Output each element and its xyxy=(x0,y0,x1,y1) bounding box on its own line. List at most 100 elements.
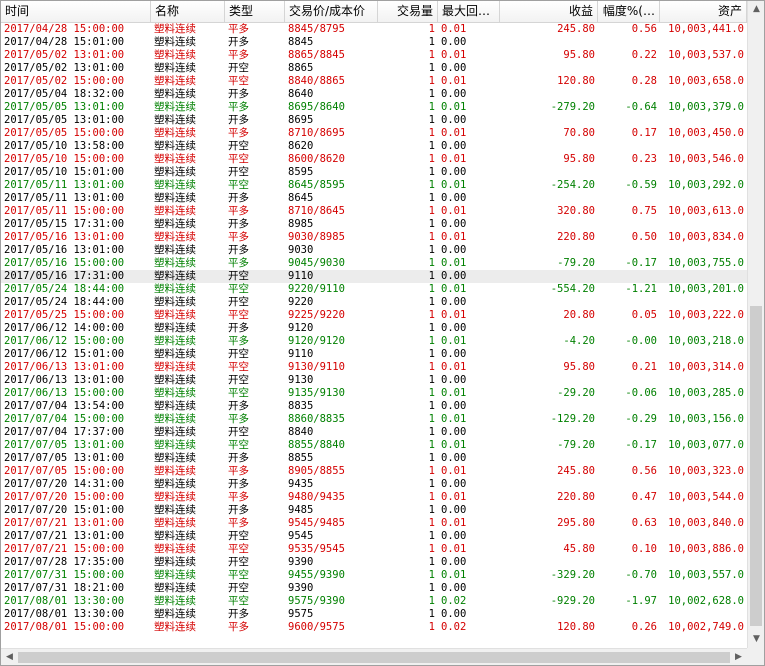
table-row[interactable]: 2017/05/05 13:01:00 塑料连续 开多 8695 1 0.00 xyxy=(1,114,747,127)
cell-max-drawdown: 0.00 xyxy=(441,192,467,204)
table-row[interactable]: 2017/05/15 17:31:00 塑料连续 开多 8985 1 0.00 xyxy=(1,218,747,231)
table-row[interactable]: 2017/07/20 14:31:00 塑料连续 开多 9435 1 0.00 xyxy=(1,478,747,491)
table-row[interactable]: 2017/05/10 15:00:00 塑料连续 平空 8600/8620 1 0.01 9… xyxy=(1,153,747,166)
column-header-type[interactable]: 类型 xyxy=(225,1,285,22)
table-row[interactable]: 2017/07/05 15:00:00 塑料连续 平多 8905/8855 1 0.01 2… xyxy=(1,465,747,478)
table-row[interactable]: 2017/06/12 15:00:00 塑料连续 平多 9120/9120 1 0.01 -… xyxy=(1,335,747,348)
table-row[interactable]: 2017/06/12 15:01:00 塑料连续 开空 9110 1 0.00 xyxy=(1,348,747,361)
table-row[interactable]: 2017/05/16 13:01:00 塑料连续 开多 9030 1 0.00 xyxy=(1,244,747,257)
table-row[interactable]: 2017/05/16 17:31:00 塑料连续 开空 9110 1 0.00 xyxy=(1,270,747,283)
cell-time: 2017/07/04 13:54:00 xyxy=(4,400,125,412)
cell-assets xyxy=(660,400,747,413)
triangle-up-icon[interactable]: ▲ xyxy=(748,1,764,18)
table-row[interactable]: 2017/06/12 14:00:00 塑料连续 开多 9120 1 0.00 xyxy=(1,322,747,335)
table-row[interactable]: 2017/05/24 18:44:00 塑料连续 开空 9220 1 0.00 xyxy=(1,296,747,309)
table-row[interactable]: 2017/07/21 15:00:00 塑料连续 平空 9535/9545 1 0.01 4… xyxy=(1,543,747,556)
cell-price: 9485 xyxy=(288,504,314,516)
table-row[interactable]: 2017/07/04 15:00:00 塑料连续 平多 8860/8835 1 0.01 -… xyxy=(1,413,747,426)
table-row[interactable]: 2017/05/02 13:01:00 塑料连续 平多 8865/8845 1 0.01 9… xyxy=(1,49,747,62)
vertical-scrollbar[interactable]: ▲ ▼ xyxy=(747,1,764,648)
column-header-assets[interactable]: 资产 xyxy=(660,1,747,22)
cell-price: 8600/8620 xyxy=(288,153,345,165)
column-header-max-drawdown[interactable]: 最大回… xyxy=(438,1,500,22)
cell-profit: -254.20 xyxy=(550,179,595,191)
cell-change-percent: 0.75 xyxy=(631,205,657,217)
table-row[interactable]: 2017/05/05 13:01:00 塑料连续 平多 8695/8640 1 0.01 -… xyxy=(1,101,747,114)
table-row[interactable]: 2017/05/25 15:00:00 塑料连续 平空 9225/9220 1 0.01 2… xyxy=(1,309,747,322)
cell-name: 塑料连续 xyxy=(154,23,196,35)
cell-assets xyxy=(660,426,747,439)
horizontal-scroll-thumb[interactable] xyxy=(18,652,730,663)
column-header-volume[interactable]: 交易量 xyxy=(378,1,438,22)
cell-max-drawdown: 0.00 xyxy=(441,62,467,74)
table-row[interactable]: 2017/06/13 15:00:00 塑料连续 平空 9135/9130 1 0.01 -… xyxy=(1,387,747,400)
table-row[interactable]: 2017/05/10 15:01:00 塑料连续 开空 8595 1 0.00 xyxy=(1,166,747,179)
table-row[interactable]: 2017/05/11 13:01:00 塑料连续 开多 8645 1 0.00 xyxy=(1,192,747,205)
table-row[interactable]: 2017/05/11 15:00:00 塑料连续 平多 8710/8645 1 0.01 3… xyxy=(1,205,747,218)
cell-volume: 1 xyxy=(428,556,435,568)
table-row[interactable]: 2017/08/01 15:00:00 塑料连续 平多 9600/9575 1 0.02 1… xyxy=(1,621,747,634)
cell-volume: 1 xyxy=(428,75,435,87)
cell-price: 9110 xyxy=(288,270,314,282)
table-row[interactable]: 2017/04/28 15:00:00 塑料连续 平多 8845/8795 1 0.01 2… xyxy=(1,23,747,36)
table-row[interactable]: 2017/05/16 15:00:00 塑料连续 平多 9045/9030 1 0.01 -… xyxy=(1,257,747,270)
cell-price: 9480/9435 xyxy=(288,491,345,503)
cell-assets: 10,003,077.0 xyxy=(668,439,744,451)
cell-change-percent: 0.56 xyxy=(631,23,657,35)
table-row[interactable]: 2017/06/13 13:01:00 塑料连续 平空 9130/9110 1 0.01 9… xyxy=(1,361,747,374)
cell-volume: 1 xyxy=(428,387,435,399)
column-header-change-percent[interactable]: 幅度%(… xyxy=(598,1,660,22)
column-header-name[interactable]: 名称 xyxy=(151,1,225,22)
cell-max-drawdown: 0.00 xyxy=(441,426,467,438)
table-header: 时间 名称 类型 交易价/成本价 交易量 最大回… 收益 幅度%(… 资产 xyxy=(1,1,747,23)
cell-profit xyxy=(500,140,598,153)
vertical-scroll-thumb[interactable] xyxy=(750,306,762,626)
table-row[interactable]: 2017/05/11 13:01:00 塑料连续 平空 8645/8595 1 0.01 -… xyxy=(1,179,747,192)
table-row[interactable]: 2017/05/24 18:44:00 塑料连续 平空 9220/9110 1 0.01 -… xyxy=(1,283,747,296)
cell-time: 2017/05/11 15:00:00 xyxy=(4,205,125,217)
column-header-price[interactable]: 交易价/成本价 xyxy=(285,1,378,22)
cell-profit xyxy=(500,530,598,543)
table-row[interactable]: 2017/07/04 13:54:00 塑料连续 开多 8835 1 0.00 xyxy=(1,400,747,413)
table-row[interactable]: 2017/05/02 13:01:00 塑料连续 开空 8865 1 0.00 xyxy=(1,62,747,75)
table-row[interactable]: 2017/07/21 13:01:00 塑料连续 开空 9545 1 0.00 xyxy=(1,530,747,543)
column-header-time[interactable]: 时间 xyxy=(1,1,151,22)
table-row[interactable]: 2017/07/31 18:21:00 塑料连续 开空 9390 1 0.00 xyxy=(1,582,747,595)
table-row[interactable]: 2017/07/05 13:01:00 塑料连续 开多 8855 1 0.00 xyxy=(1,452,747,465)
cell-assets: 10,003,658.0 xyxy=(668,75,744,87)
cell-change-percent: 0.28 xyxy=(631,75,657,87)
table-row[interactable]: 2017/05/02 15:00:00 塑料连续 平空 8840/8865 1 0.01 1… xyxy=(1,75,747,88)
table-row[interactable]: 2017/05/16 13:01:00 塑料连续 平多 9030/8985 1 0.01 2… xyxy=(1,231,747,244)
triangle-right-icon[interactable]: ▶ xyxy=(730,649,747,665)
triangle-down-icon[interactable]: ▼ xyxy=(748,631,764,648)
cell-assets: 10,003,314.0 xyxy=(668,361,744,373)
cell-price: 9120/9120 xyxy=(288,335,345,347)
table-row[interactable]: 2017/05/04 18:32:00 塑料连续 开多 8640 1 0.00 xyxy=(1,88,747,101)
table-row[interactable]: 2017/05/10 13:58:00 塑料连续 开空 8620 1 0.00 xyxy=(1,140,747,153)
triangle-left-icon[interactable]: ◀ xyxy=(1,649,18,665)
column-header-profit[interactable]: 收益 xyxy=(500,1,598,22)
cell-name: 塑料连续 xyxy=(154,439,196,451)
table-row[interactable]: 2017/07/20 15:01:00 塑料连续 开多 9485 1 0.00 xyxy=(1,504,747,517)
table-row[interactable]: 2017/07/05 13:01:00 塑料连续 平空 8855/8840 1 0.01 -… xyxy=(1,439,747,452)
cell-change-percent: 0.63 xyxy=(631,517,657,529)
horizontal-scrollbar[interactable]: ◀ ▶ xyxy=(1,648,747,665)
cell-assets: 10,003,557.0 xyxy=(668,569,744,581)
table-row[interactable]: 2017/08/01 13:30:00 塑料连续 开多 9575 1 0.00 xyxy=(1,608,747,621)
table-row[interactable]: 2017/07/20 15:00:00 塑料连续 平多 9480/9435 1 0.01 2… xyxy=(1,491,747,504)
table-row[interactable]: 2017/07/04 17:37:00 塑料连续 开空 8840 1 0.00 xyxy=(1,426,747,439)
cell-assets xyxy=(660,478,747,491)
table-row[interactable]: 2017/07/21 13:01:00 塑料连续 平多 9545/9485 1 0.01 2… xyxy=(1,517,747,530)
cell-change-percent xyxy=(598,426,660,439)
table-row[interactable]: 2017/06/13 13:01:00 塑料连续 开空 9130 1 0.00 xyxy=(1,374,747,387)
table-row[interactable]: 2017/07/28 17:35:00 塑料连续 开空 9390 1 0.00 xyxy=(1,556,747,569)
table-row[interactable]: 2017/05/05 15:00:00 塑料连续 平多 8710/8695 1 0.01 7… xyxy=(1,127,747,140)
cell-change-percent: 0.22 xyxy=(631,49,657,61)
cell-time: 2017/05/02 13:01:00 xyxy=(4,62,125,74)
table-row[interactable]: 2017/07/31 15:00:00 塑料连续 平空 9455/9390 1 0.01 -… xyxy=(1,569,747,582)
table-row[interactable]: 2017/08/01 13:30:00 塑料连续 平空 9575/9390 1 0.02 -… xyxy=(1,595,747,608)
table-row[interactable]: 2017/04/28 15:01:00 塑料连续 开多 8845 1 0.00 xyxy=(1,36,747,49)
cell-type: 开多 xyxy=(228,452,249,464)
cell-name: 塑料连续 xyxy=(154,62,196,74)
cell-volume: 1 xyxy=(428,23,435,35)
